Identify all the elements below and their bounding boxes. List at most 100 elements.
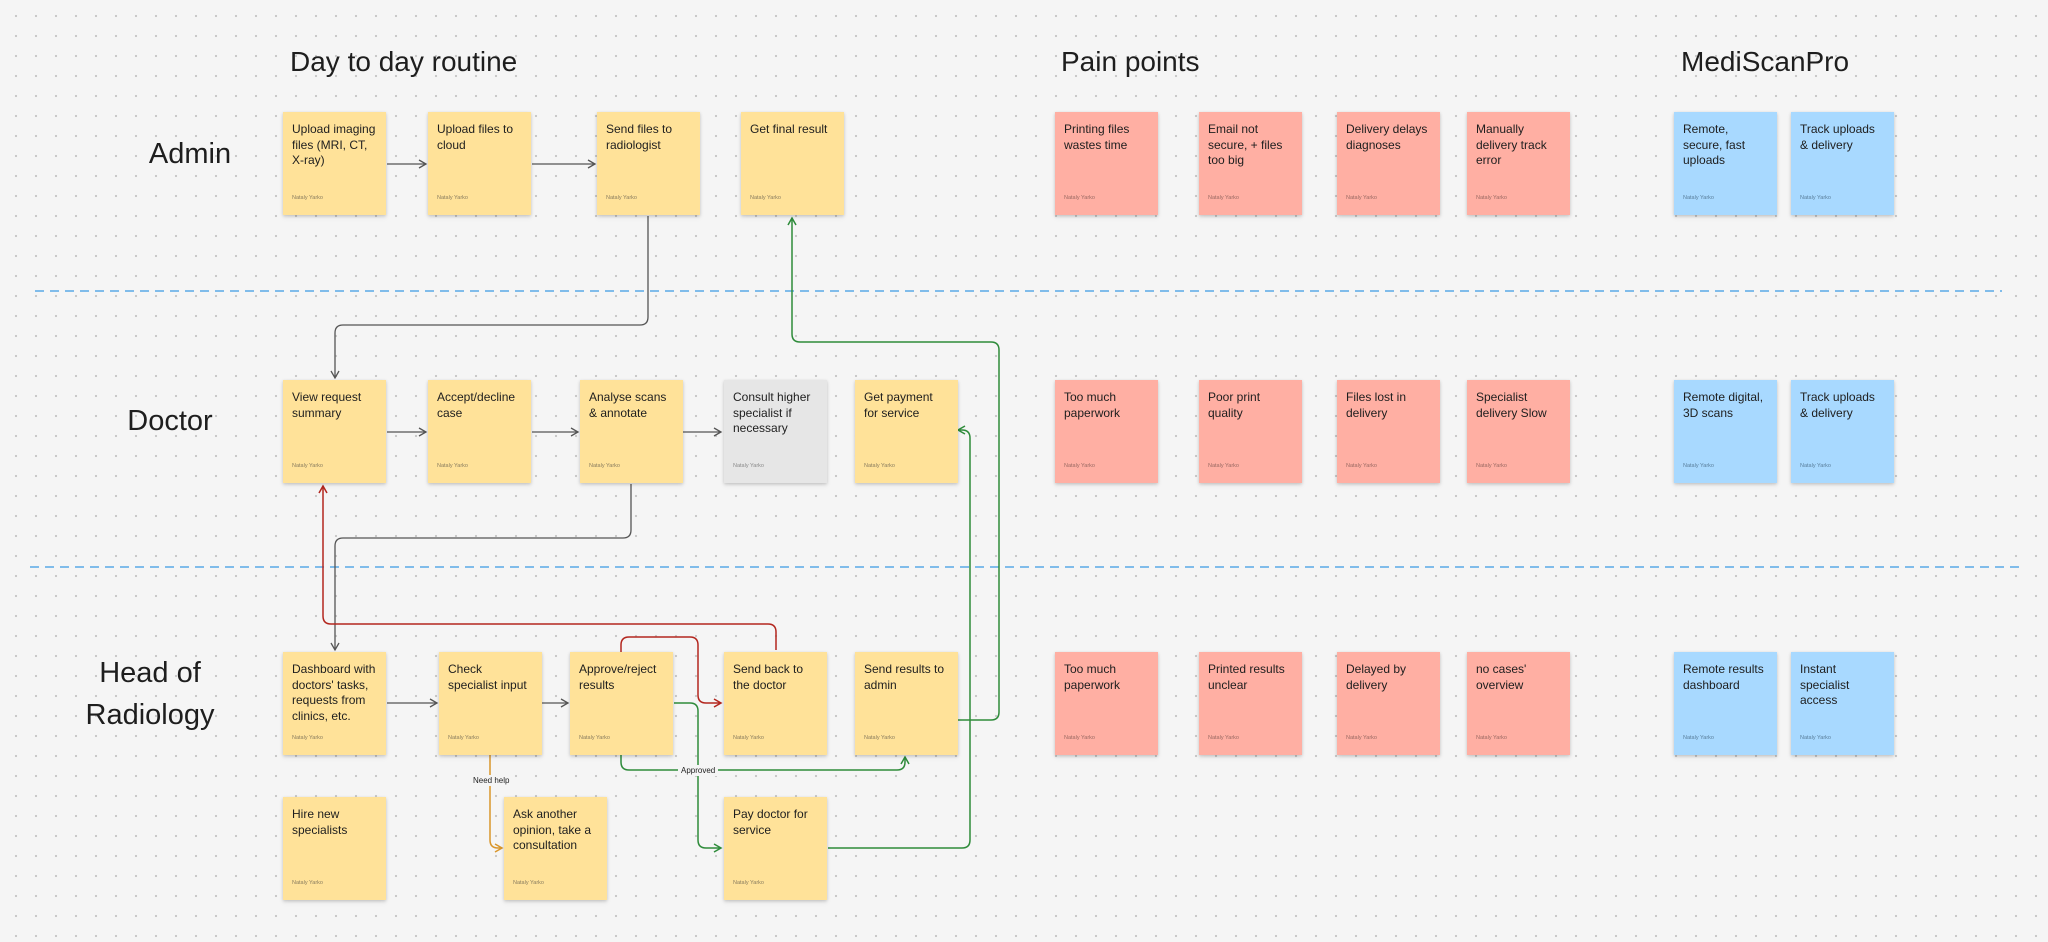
role-head-line1: Head of: [99, 657, 201, 689]
sticky-author: Nataly Yarko: [1346, 462, 1377, 469]
sticky-text: Printing files wastes time: [1064, 122, 1130, 152]
sticky-text: Instant specialist access: [1800, 662, 1850, 707]
sticky-text: Upload files to cloud: [437, 122, 514, 152]
sticky-admin-routine-send-radiologist[interactable]: Send files to radiologist Nataly Yarko: [597, 112, 700, 215]
sticky-text: Ask another opinion, take a consultation: [513, 807, 592, 852]
sticky-doctor-product-2[interactable]: Track uploads & delivery Nataly Yarko: [1791, 380, 1894, 483]
sticky-head-hire-specialists[interactable]: Hire new specialists Nataly Yarko: [283, 797, 386, 900]
sticky-author: Nataly Yarko: [589, 462, 620, 469]
sticky-text: Email not secure, + files too big: [1208, 122, 1283, 167]
sticky-author: Nataly Yarko: [579, 734, 610, 741]
sticky-text: Too much paperwork: [1064, 390, 1121, 420]
sticky-text: Pay doctor for service: [733, 807, 808, 837]
sticky-text: Approve/reject results: [579, 662, 657, 692]
sticky-text: Track uploads & delivery: [1800, 390, 1875, 420]
sticky-text: Hire new specialists: [292, 807, 348, 837]
sticky-author: Nataly Yarko: [1064, 194, 1095, 201]
sticky-text: Send results to admin: [864, 662, 945, 692]
role-head-line2: Radiology: [85, 699, 215, 731]
sticky-text: Specialist delivery Slow: [1476, 390, 1547, 420]
sticky-admin-pain-2[interactable]: Email not secure, + files too big Nataly…: [1199, 112, 1302, 215]
sticky-doctor-pain-2[interactable]: Poor print quality Nataly Yarko: [1199, 380, 1302, 483]
sticky-text: no cases' overview: [1476, 662, 1527, 692]
sticky-author: Nataly Yarko: [733, 462, 764, 469]
sticky-head-product-1[interactable]: Remote results dashboard Nataly Yarko: [1674, 652, 1777, 755]
sticky-author: Nataly Yarko: [750, 194, 781, 201]
sticky-text: Delayed by delivery: [1346, 662, 1407, 692]
sticky-admin-product-2[interactable]: Track uploads & delivery Nataly Yarko: [1791, 112, 1894, 215]
sticky-text: Remote results dashboard: [1683, 662, 1764, 692]
connector-need-help: [489, 755, 504, 853]
sticky-admin-product-1[interactable]: Remote, secure, fast uploads Nataly Yark…: [1674, 112, 1777, 215]
connector-admin-send-to-doctor: [330, 216, 649, 380]
sticky-text: Delivery delays diagnoses: [1346, 122, 1428, 152]
sticky-text: Files lost in delivery: [1346, 390, 1407, 420]
sticky-author: Nataly Yarko: [1064, 734, 1095, 741]
sticky-text: Send files to radiologist: [606, 122, 673, 152]
sticky-head-pain-1[interactable]: Too much paperwork Nataly Yarko: [1055, 652, 1158, 755]
sticky-head-pain-3[interactable]: Delayed by delivery Nataly Yarko: [1337, 652, 1440, 755]
sticky-author: Nataly Yarko: [513, 879, 544, 886]
sticky-author: Nataly Yarko: [1208, 194, 1239, 201]
sticky-doctor-pain-3[interactable]: Files lost in delivery Nataly Yarko: [1337, 380, 1440, 483]
sticky-admin-pain-4[interactable]: Manually delivery track error Nataly Yar…: [1467, 112, 1570, 215]
sticky-author: Nataly Yarko: [1683, 462, 1714, 469]
sticky-text: View request summary: [292, 390, 362, 420]
connector-approved: [620, 755, 910, 771]
sticky-text: Remote, secure, fast uploads: [1683, 122, 1746, 167]
sticky-text: Consult higher specialist if necessary: [733, 390, 811, 435]
role-head-of-radiology: Head of Radiology: [70, 652, 230, 736]
sticky-author: Nataly Yarko: [1800, 194, 1831, 201]
sticky-author: Nataly Yarko: [437, 462, 468, 469]
sticky-text: Too much paperwork: [1064, 662, 1121, 692]
sticky-head-routine-check-input[interactable]: Check specialist input Nataly Yarko: [439, 652, 542, 755]
sticky-head-pain-2[interactable]: Printed results unclear Nataly Yarko: [1199, 652, 1302, 755]
sticky-doctor-product-1[interactable]: Remote digital, 3D scans Nataly Yarko: [1674, 380, 1777, 483]
role-doctor: Doctor: [127, 405, 213, 437]
sticky-author: Nataly Yarko: [1800, 734, 1831, 741]
sticky-author: Nataly Yarko: [292, 879, 323, 886]
role-admin: Admin: [148, 138, 232, 170]
sticky-admin-pain-1[interactable]: Printing files wastes time Nataly Yarko: [1055, 112, 1158, 215]
sticky-doctor-routine-view-request[interactable]: View request summary Nataly Yarko: [283, 380, 386, 483]
sticky-text: Upload imaging files (MRI, CT, X-ray): [292, 122, 376, 167]
sticky-admin-routine-upload-imaging[interactable]: Upload imaging files (MRI, CT, X-ray) Na…: [283, 112, 386, 215]
sticky-admin-routine-final-result[interactable]: Get final result Nataly Yarko: [741, 112, 844, 215]
sticky-head-routine-send-back[interactable]: Send back to the doctor Nataly Yarko: [724, 652, 827, 755]
sticky-doctor-pain-1[interactable]: Too much paperwork Nataly Yarko: [1055, 380, 1158, 483]
sticky-head-pain-4[interactable]: no cases' overview Nataly Yarko: [1467, 652, 1570, 755]
sticky-text: Track uploads & delivery: [1800, 122, 1875, 152]
sticky-text: Check specialist input: [448, 662, 527, 692]
sticky-author: Nataly Yarko: [733, 734, 764, 741]
sticky-text: Get final result: [750, 122, 828, 136]
sticky-text: Printed results unclear: [1208, 662, 1285, 692]
sticky-author: Nataly Yarko: [1683, 734, 1714, 741]
connector-send-back-to-doctor: [318, 484, 777, 650]
sticky-head-product-2[interactable]: Instant specialist access Nataly Yarko: [1791, 652, 1894, 755]
sticky-head-ask-opinion[interactable]: Ask another opinion, take a consultation…: [504, 797, 607, 900]
sticky-text: Poor print quality: [1208, 390, 1261, 420]
sticky-head-routine-dashboard[interactable]: Dashboard with doctors' tasks, requests …: [283, 652, 386, 755]
sticky-author: Nataly Yarko: [733, 879, 764, 886]
sticky-doctor-routine-analyse-scans[interactable]: Analyse scans & annotate Nataly Yarko: [580, 380, 683, 483]
sticky-author: Nataly Yarko: [864, 462, 895, 469]
sticky-text: Manually delivery track error: [1476, 122, 1547, 167]
sticky-doctor-routine-consult-specialist[interactable]: Consult higher specialist if necessary N…: [724, 380, 827, 483]
sticky-author: Nataly Yarko: [448, 734, 479, 741]
sticky-admin-pain-3[interactable]: Delivery delays diagnoses Nataly Yarko: [1337, 112, 1440, 215]
heading-day-to-day-routine: Day to day routine: [290, 46, 518, 77]
sticky-admin-routine-upload-cloud[interactable]: Upload files to cloud Nataly Yarko: [428, 112, 531, 215]
sticky-head-routine-approve-reject[interactable]: Approve/reject results Nataly Yarko: [570, 652, 673, 755]
heading-mediscanpro: MediScanPro: [1681, 46, 1850, 77]
sticky-doctor-routine-get-payment[interactable]: Get payment for service Nataly Yarko: [855, 380, 958, 483]
sticky-head-routine-send-results[interactable]: Send results to admin Nataly Yarko: [855, 652, 958, 755]
sticky-text: Dashboard with doctors' tasks, requests …: [292, 662, 376, 723]
sticky-doctor-pain-4[interactable]: Specialist delivery Slow Nataly Yarko: [1467, 380, 1570, 483]
sticky-text: Send back to the doctor: [733, 662, 804, 692]
connector-pay-to-doctor: [828, 425, 971, 849]
sticky-author: Nataly Yarko: [1064, 462, 1095, 469]
sticky-head-pay-doctor[interactable]: Pay doctor for service Nataly Yarko: [724, 797, 827, 900]
sticky-doctor-routine-accept-decline[interactable]: Accept/decline case Nataly Yarko: [428, 380, 531, 483]
sticky-author: Nataly Yarko: [1476, 194, 1507, 201]
sticky-author: Nataly Yarko: [437, 194, 468, 201]
